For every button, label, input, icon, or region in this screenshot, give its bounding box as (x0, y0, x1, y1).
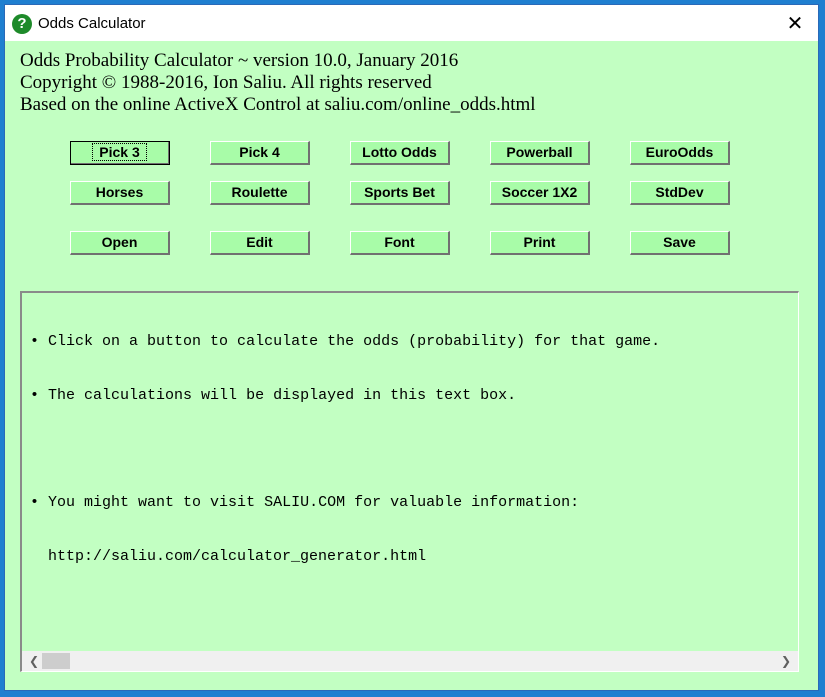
roulette-button[interactable]: Roulette (210, 181, 310, 205)
soccer-1x2-button[interactable]: Soccer 1X2 (490, 181, 590, 205)
odds-calculator-window: ? Odds Calculator ✕ Odds Probability Cal… (4, 4, 819, 691)
save-button[interactable]: Save (630, 231, 730, 255)
horizontal-scrollbar[interactable]: ❮ ❯ (22, 651, 798, 671)
scroll-thumb[interactable] (42, 653, 70, 669)
font-button[interactable]: Font (350, 231, 450, 255)
scroll-left-icon[interactable]: ❮ (24, 651, 44, 671)
text-line: http://saliu.com/calculator_generator.ht… (48, 548, 427, 565)
window-title: Odds Calculator (38, 15, 146, 32)
text-line: • You might want to visit SALIU.COM for … (30, 494, 580, 511)
close-icon[interactable]: ✕ (772, 5, 818, 41)
help-question-icon: ? (12, 14, 32, 34)
edit-button[interactable]: Edit (210, 231, 310, 255)
text-line: • The calculations will be displayed in … (30, 387, 517, 404)
lotto-odds-button[interactable]: Lotto Odds (350, 141, 450, 165)
title-bar[interactable]: ? Odds Calculator ✕ (5, 5, 818, 41)
sports-bet-button[interactable]: Sports Bet (350, 181, 450, 205)
open-button[interactable]: Open (70, 231, 170, 255)
header-copyright-line: Copyright © 1988-2016, Ion Saliu. All ri… (20, 72, 432, 93)
header-source-line: Based on the online ActiveX Control at s… (20, 94, 536, 115)
euroodds-button[interactable]: EuroOdds (630, 141, 730, 165)
powerball-button[interactable]: Powerball (490, 141, 590, 165)
pick3-button[interactable]: Pick 3 (70, 141, 170, 165)
scroll-right-icon[interactable]: ❯ (776, 651, 796, 671)
output-text-box[interactable]: • Click on a button to calculate the odd… (20, 291, 799, 672)
text-line: • Click on a button to calculate the odd… (30, 333, 661, 350)
header-version-line: Odds Probability Calculator ~ version 10… (20, 50, 459, 71)
horses-button[interactable]: Horses (70, 181, 170, 205)
header-info: Odds Probability Calculator ~ version 10… (20, 50, 536, 116)
output-text[interactable]: • Click on a button to calculate the odd… (30, 297, 794, 647)
print-button[interactable]: Print (490, 231, 590, 255)
pick4-button[interactable]: Pick 4 (210, 141, 310, 165)
stddev-button[interactable]: StdDev (630, 181, 730, 205)
